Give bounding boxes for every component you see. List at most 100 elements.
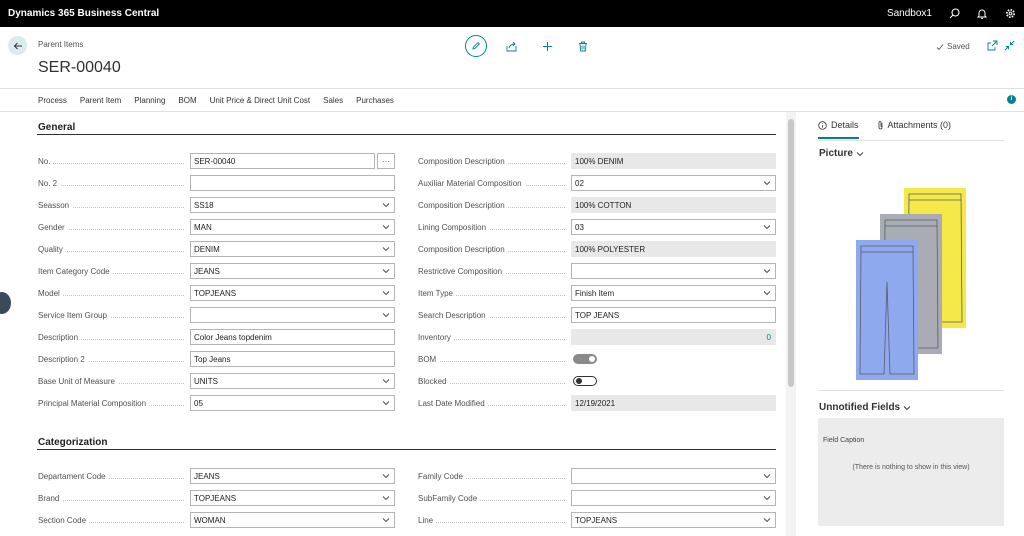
input-description[interactable]: Color Jeans topdenim <box>190 329 395 345</box>
field-value: Color Jeans topdenim <box>194 332 272 342</box>
field-label-composition-description: Composition Description <box>418 197 508 213</box>
field-label-lining-composition: Lining Composition <box>418 219 490 235</box>
categorization-section-title[interactable]: Categorization <box>38 437 107 448</box>
info-icon[interactable]: i <box>1007 95 1016 104</box>
input-description-2[interactable]: Top Jeans <box>190 351 395 367</box>
select-family-code[interactable] <box>571 468 776 484</box>
chevron-down-icon <box>382 245 390 254</box>
gear-icon[interactable] <box>996 0 1024 27</box>
select-departament-code[interactable]: JEANS <box>190 468 395 484</box>
unnotified-fields-header[interactable]: Unnotified Fields <box>819 402 911 413</box>
toggle-blocked[interactable] <box>573 376 597 386</box>
select-section-code[interactable]: WOMAN <box>190 512 395 528</box>
select-seasson[interactable]: SS18 <box>190 197 395 213</box>
menu-parent-item[interactable]: Parent Item <box>80 96 121 105</box>
tab-attachments[interactable]: Attachments (0) <box>877 118 952 132</box>
field-label-bom: BOM <box>418 351 440 367</box>
field-label-gender: Gender <box>38 219 68 235</box>
pencil-icon <box>472 41 481 50</box>
field-label-no: No. <box>38 153 54 169</box>
field-value: 100% POLYESTER <box>575 244 646 254</box>
select-service-item-group[interactable] <box>190 307 395 323</box>
menu-unit-price[interactable]: Unit Price & Direct Unit Cost <box>210 96 310 105</box>
section-divider <box>37 134 776 135</box>
select-quality[interactable]: DENIM <box>190 241 395 257</box>
new-button[interactable] <box>529 34 565 58</box>
field-label-search-description: Search Description <box>418 307 489 323</box>
chevron-down-icon <box>382 472 390 481</box>
menu-bom[interactable]: BOM <box>178 96 196 105</box>
field-caption-header[interactable]: Field Caption <box>823 437 864 444</box>
picture-header[interactable]: Picture <box>819 148 864 159</box>
bell-icon[interactable] <box>968 0 996 27</box>
select-principal-material-composition[interactable]: 05 <box>190 395 395 411</box>
chevron-down-icon <box>763 494 771 503</box>
general-section-title[interactable]: General <box>38 122 75 133</box>
field-value: JEANS <box>194 266 220 276</box>
field-label-seasson: Seasson <box>38 197 73 213</box>
select-base-unit-of-measure[interactable]: UNITS <box>190 373 395 389</box>
menu-planning[interactable]: Planning <box>134 96 165 105</box>
select-restrictive-composition[interactable] <box>571 263 776 279</box>
collapse-icon[interactable] <box>1004 40 1015 51</box>
search-icon[interactable] <box>940 0 968 27</box>
select-line[interactable]: TOPJEANS <box>571 512 776 528</box>
section-divider <box>37 449 776 450</box>
tab-attachments-label: Attachments (0) <box>887 120 952 130</box>
breadcrumb[interactable]: Parent Items <box>38 40 83 49</box>
select-gender[interactable]: MAN <box>190 219 395 235</box>
check-icon <box>936 43 944 50</box>
input-composition-description: 100% POLYESTER <box>571 241 776 257</box>
field-label-description: Description <box>38 329 82 345</box>
chevron-down-icon <box>903 405 911 410</box>
divider <box>818 390 1004 391</box>
picture-title: Picture <box>819 148 853 159</box>
field-label-auxiliar-material-composition: Auxiliar Material Composition <box>418 175 525 191</box>
action-bar <box>465 34 601 58</box>
page-header: Parent Items SER-00040 Saved <box>0 27 1024 89</box>
input-search-description[interactable]: TOP JEANS <box>571 307 776 323</box>
select-subfamily-code[interactable] <box>571 490 776 506</box>
edit-button[interactable] <box>465 35 487 57</box>
share-button[interactable] <box>493 34 529 58</box>
open-new-window-icon[interactable] <box>987 40 998 51</box>
saved-status: Saved <box>936 42 970 51</box>
input-no-2[interactable] <box>190 175 395 191</box>
menu-sales[interactable]: Sales <box>323 96 343 105</box>
field-label-last-date-modified: Last Date Modified <box>418 395 488 411</box>
item-picture[interactable] <box>854 186 969 386</box>
input-no[interactable]: SER-00040 <box>190 153 375 169</box>
chevron-down-icon <box>382 289 390 298</box>
scrollbar-thumb[interactable] <box>788 119 794 387</box>
chevron-down-icon <box>382 377 390 386</box>
top-bar: Dynamics 365 Business Central Sandbox1 <box>0 0 1024 27</box>
tab-details-label: Details <box>831 120 859 130</box>
select-auxiliar-material-composition[interactable]: 02 <box>571 175 776 191</box>
leader-dots <box>40 163 184 164</box>
menu-purchases[interactable]: Purchases <box>356 96 394 105</box>
main-content: General No. SER-00040 ··· No. 2 Seasson SS18 Ge… <box>0 112 786 536</box>
lookup-ellipsis-button[interactable]: ··· <box>377 153 395 169</box>
field-value: TOP JEANS <box>575 310 620 320</box>
toggle-bom[interactable] <box>573 354 597 364</box>
field-label-principal-material-composition: Principal Material Composition <box>38 395 150 411</box>
back-button[interactable] <box>8 36 27 55</box>
select-model[interactable]: TOPJEANS <box>190 285 395 301</box>
field-label-departament-code: Departament Code <box>38 468 109 484</box>
chevron-down-icon <box>763 516 771 525</box>
delete-button[interactable] <box>565 34 601 58</box>
divider <box>818 140 1004 141</box>
field-label-subfamily-code: SubFamily Code <box>418 490 481 506</box>
chevron-down-icon <box>763 472 771 481</box>
field-value: TOPJEANS <box>575 515 618 525</box>
field-value: MAN <box>194 222 212 232</box>
select-item-category-code[interactable]: JEANS <box>190 263 395 279</box>
menu-process[interactable]: Process <box>38 96 67 105</box>
field-value: 0 <box>766 332 771 342</box>
tab-details[interactable]: Details <box>818 118 859 139</box>
select-lining-composition[interactable]: 03 <box>571 219 776 235</box>
select-item-type[interactable]: Finish Item <box>571 285 776 301</box>
app-name[interactable]: Dynamics 365 Business Central <box>0 8 159 19</box>
select-brand[interactable]: TOPJEANS <box>190 490 395 506</box>
field-label-quality: Quality <box>38 241 66 257</box>
